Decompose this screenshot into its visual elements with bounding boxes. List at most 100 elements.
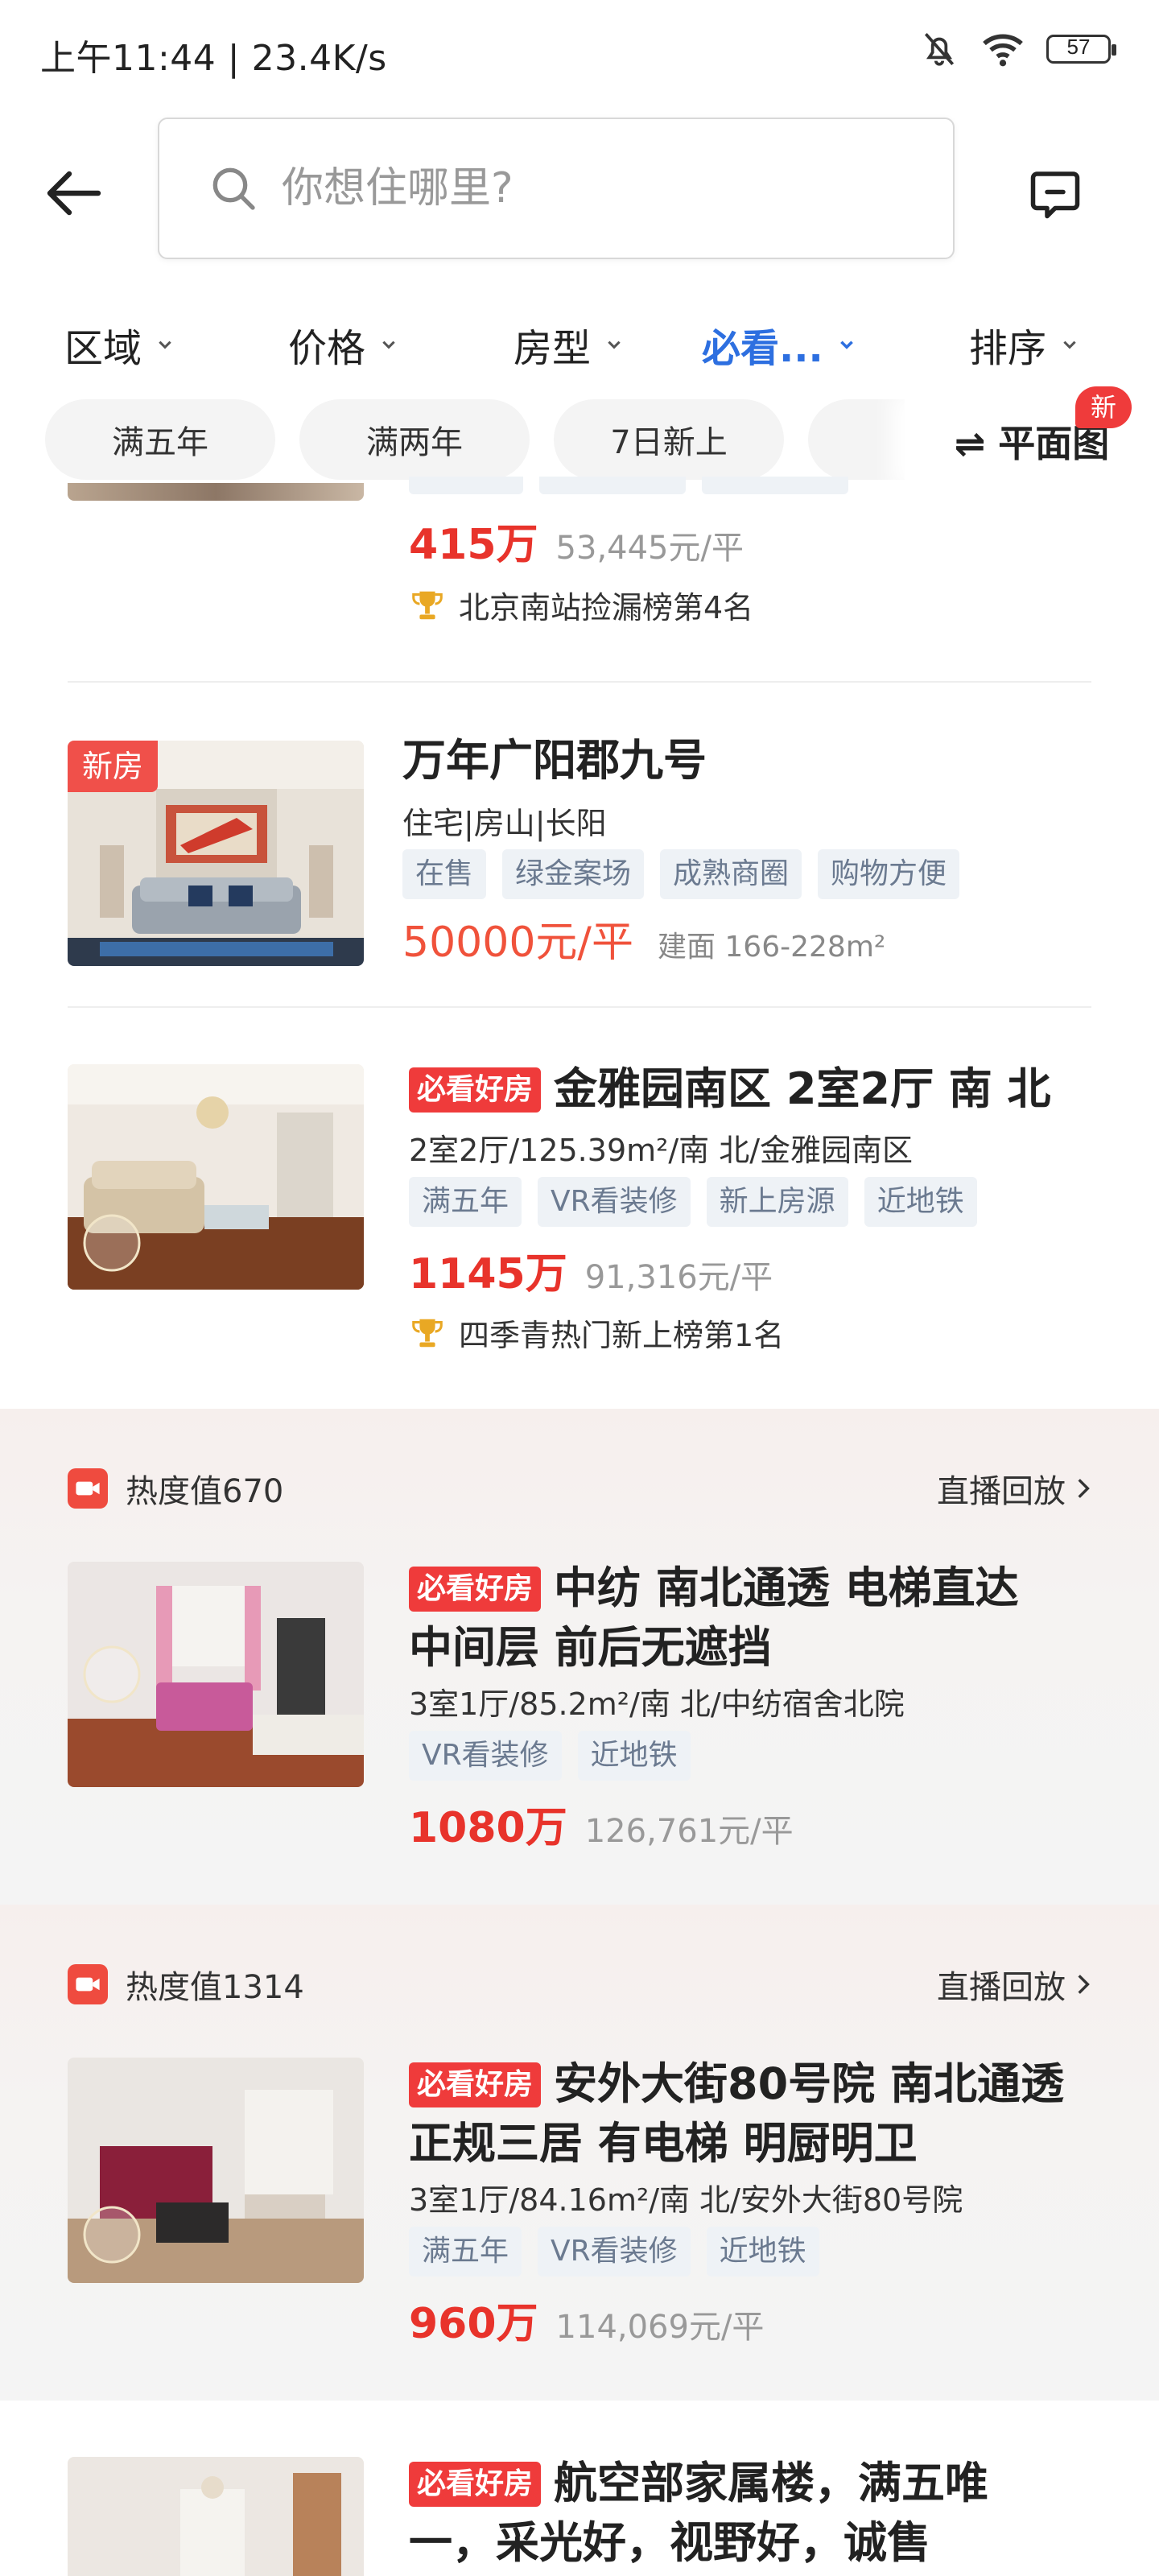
listing-title[interactable]: 必看好房 安外大街80号院 南北通透 正规三居 有电梯 明厨明卫 bbox=[409, 2054, 1064, 2174]
chip: 成熟商圈 bbox=[660, 849, 802, 899]
unit-price: 91,316元/平 bbox=[584, 1259, 773, 1296]
room-photo bbox=[68, 2457, 364, 2576]
quick-tag-row: 满五年 满两年 7日新上 近 bbox=[45, 399, 1038, 480]
chip: 近地铁 bbox=[577, 1731, 691, 1781]
listing-meta: 3室1厅/85.2m²/南 北/中纺宿舍北院 bbox=[409, 1686, 905, 1722]
filter-label: 必看... bbox=[702, 326, 823, 371]
chip: 满五年 bbox=[409, 2227, 522, 2277]
battery-icon: 57 bbox=[1046, 35, 1116, 64]
new-house-meta: 住宅|房山|长阳 bbox=[402, 806, 607, 841]
chevron-down-icon bbox=[382, 341, 395, 349]
filter-label: 排序 bbox=[969, 326, 1047, 371]
chevron-down-icon bbox=[1063, 341, 1076, 349]
chevron-down-icon bbox=[608, 341, 621, 349]
rank-row[interactable]: 四季青热门新上榜第1名 bbox=[409, 1311, 784, 1355]
filter-region[interactable]: 区域 bbox=[64, 316, 174, 374]
chip bbox=[539, 477, 686, 494]
listing-photo[interactable] bbox=[68, 1562, 364, 1787]
live-header: 热度值670 bbox=[68, 1465, 283, 1512]
chip bbox=[409, 477, 523, 494]
listing-meta: 2室2厅/125.39m²/南 北/金雅园南区 bbox=[409, 1133, 914, 1168]
unit-price: 50000元/平 bbox=[402, 919, 633, 967]
listing-title[interactable]: 必看好房 航空部家属楼，满五唯 一，采光好，视野好，诚售 bbox=[409, 2454, 988, 2573]
divider bbox=[68, 681, 1091, 683]
search-input[interactable] bbox=[280, 163, 847, 213]
price-row: 50000元/平 建面 166-228m² bbox=[402, 908, 885, 968]
chip: 在售 bbox=[402, 849, 487, 899]
chip: 近地铁 bbox=[706, 2227, 819, 2277]
rank-row[interactable]: 北京南站捡漏榜第4名 bbox=[409, 583, 753, 627]
listing-photo[interactable] bbox=[68, 2457, 364, 2576]
must-see-badge: 必看好房 bbox=[409, 2462, 542, 2507]
chip-row: 在售 绿金案场 成熟商圈 购物方便 bbox=[402, 849, 960, 899]
rank-text: 四季青热门新上榜第1名 bbox=[459, 1318, 785, 1353]
chip: 新上房源 bbox=[706, 1177, 848, 1227]
price-row: 960万 114,069元/平 bbox=[409, 2289, 764, 2350]
chip: VR看装修 bbox=[538, 1177, 691, 1227]
wifi-icon bbox=[983, 34, 1023, 67]
quick-tag[interactable]: 7日新上 bbox=[554, 399, 784, 480]
listing-meta: 3室1厅/84.16m²/南 北/安外大街80号院 bbox=[409, 2182, 963, 2218]
search-box[interactable] bbox=[158, 118, 955, 259]
listing-title-line2: 中间层 前后无遮挡 bbox=[409, 1622, 772, 1673]
quick-tag[interactable]: 满五年 bbox=[45, 399, 275, 480]
live-card[interactable]: 热度值1314 直播回放 必看好房 安外大街80号院 南北通透 正规三居 有电梯 … bbox=[0, 1905, 1159, 2401]
total-price: 1145万 bbox=[409, 1250, 567, 1298]
status-icons: 57 bbox=[919, 29, 1116, 69]
filter-sort[interactable]: 排序 bbox=[969, 316, 1079, 374]
chip bbox=[702, 477, 848, 494]
chip-row: VR看装修 近地铁 bbox=[409, 1731, 691, 1781]
total-price: 1080万 bbox=[409, 1804, 567, 1852]
price-row: 1080万 126,761元/平 bbox=[409, 1794, 794, 1854]
filter-label: 价格 bbox=[288, 326, 366, 371]
filter-layout[interactable]: 房型 bbox=[514, 316, 623, 374]
new-badge: 新 bbox=[1075, 386, 1132, 428]
price-row: 1145万 91,316元/平 bbox=[409, 1240, 773, 1300]
listing-title-line2: 正规三居 有电梯 明厨明卫 bbox=[409, 2118, 918, 2169]
live-card[interactable]: 热度值670 直播回放 必看好房 中纺 南北通透 电梯直达 中间层 前后无遮挡 3… bbox=[0, 1409, 1159, 1905]
replay-label: 直播回放 bbox=[937, 1969, 1066, 2006]
listing-title-line1: 安外大街80号院 南北通透 bbox=[554, 2058, 1064, 2109]
heat-value: 热度值1314 bbox=[126, 1969, 304, 2006]
chip-row: 满五年 VR看装修 近地铁 bbox=[409, 2227, 819, 2277]
replay-link[interactable]: 直播回放 bbox=[937, 1465, 1091, 1512]
living-room-photo bbox=[68, 1064, 364, 1290]
filter-price[interactable]: 价格 bbox=[288, 316, 398, 374]
rank-text: 北京南站捡漏榜第4名 bbox=[459, 590, 754, 625]
live-header: 热度值1314 bbox=[68, 1961, 304, 2008]
price-row: 415万 53,445元/平 bbox=[409, 510, 744, 571]
unit-price: 114,069元/平 bbox=[555, 2309, 765, 2346]
living-room-photo bbox=[68, 2058, 364, 2283]
trophy-icon bbox=[412, 591, 443, 619]
listing-title-line2: 一，采光好，视野好，诚售 bbox=[409, 2517, 930, 2568]
listing-title[interactable]: 必看好房 金雅园南区 2室2厅 南 北 bbox=[409, 1059, 1051, 1119]
chevron-down-icon bbox=[839, 341, 853, 349]
chip: 近地铁 bbox=[864, 1177, 977, 1227]
unit-price: 53,445元/平 bbox=[555, 530, 744, 567]
chip-row: 满五年 VR看装修 新上房源 近地铁 bbox=[409, 1177, 977, 1227]
chip-row bbox=[409, 477, 848, 494]
unit-price: 126,761元/平 bbox=[584, 1813, 794, 1850]
chip: VR看装修 bbox=[538, 2227, 691, 2277]
quick-tag[interactable]: 满两年 bbox=[299, 399, 530, 480]
search-icon bbox=[212, 167, 255, 210]
filter-label: 区域 bbox=[64, 326, 142, 371]
listing-title[interactable]: 必看好房 中纺 南北通透 电梯直达 中间层 前后无遮挡 bbox=[409, 1558, 1019, 1678]
new-house-title[interactable]: 万年广阳郡九号 bbox=[402, 731, 707, 791]
listing-photo[interactable] bbox=[68, 1064, 364, 1290]
listing-title-line1: 中纺 南北通透 电梯直达 bbox=[554, 1563, 1019, 1613]
must-see-badge: 必看好房 bbox=[409, 2062, 542, 2107]
back-arrow-icon[interactable] bbox=[40, 161, 105, 225]
chevron-right-icon bbox=[1078, 1975, 1090, 1994]
bedroom-photo bbox=[68, 1562, 364, 1787]
trophy-icon bbox=[412, 1319, 443, 1347]
must-see-badge: 必看好房 bbox=[409, 1067, 542, 1113]
listing-photo[interactable] bbox=[68, 2058, 364, 2283]
must-see-badge: 必看好房 bbox=[409, 1567, 542, 1612]
replay-link[interactable]: 直播回放 bbox=[937, 1961, 1091, 2008]
filter-must-see[interactable]: 必看... bbox=[702, 316, 856, 374]
message-icon[interactable] bbox=[1027, 166, 1083, 222]
listing-photo[interactable] bbox=[68, 483, 364, 501]
chip: VR看装修 bbox=[409, 1731, 562, 1781]
divider bbox=[68, 1006, 1091, 1008]
